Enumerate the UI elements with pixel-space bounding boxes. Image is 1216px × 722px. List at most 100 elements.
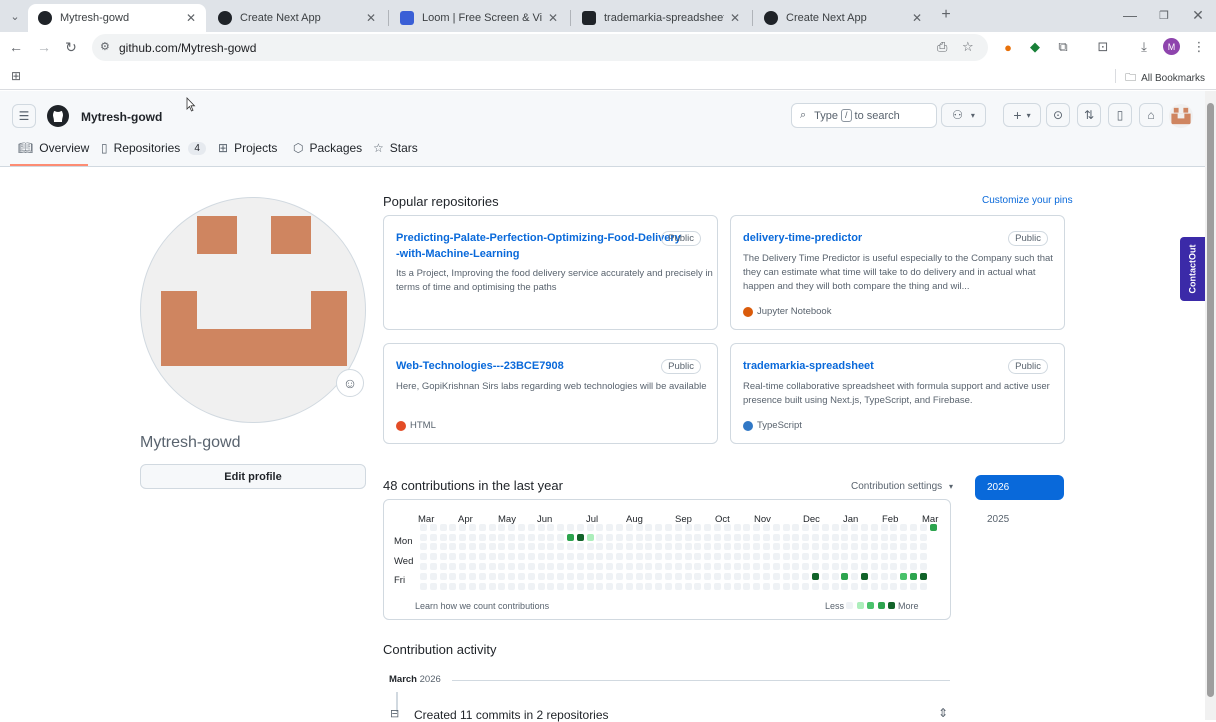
- contribution-cell[interactable]: [508, 582, 516, 590]
- contribution-cell[interactable]: [459, 563, 467, 570]
- tab-create-next-app-2[interactable]: Create Next App ✕: [754, 4, 932, 32]
- contribution-cell[interactable]: [763, 533, 770, 541]
- contribution-cell[interactable]: [890, 543, 898, 551]
- contribution-cell[interactable]: [508, 572, 516, 580]
- contribution-cell[interactable]: [567, 543, 574, 551]
- contribution-cell[interactable]: [743, 553, 751, 561]
- contribution-cell[interactable]: [616, 523, 623, 531]
- contribution-cell[interactable]: [478, 572, 486, 580]
- contribution-cell[interactable]: [723, 543, 731, 551]
- contribution-cell[interactable]: [616, 572, 623, 580]
- contribution-cell[interactable]: [802, 543, 810, 551]
- contribution-cell[interactable]: [861, 533, 868, 541]
- contribution-cell[interactable]: [782, 563, 790, 570]
- contribution-cell[interactable]: [665, 533, 672, 541]
- contribution-cell[interactable]: [714, 523, 721, 531]
- contribution-cell[interactable]: [831, 563, 839, 570]
- contribution-cell[interactable]: [821, 523, 829, 531]
- contribution-cell[interactable]: [753, 572, 761, 580]
- contribution-cell[interactable]: [567, 563, 574, 570]
- contribution-cell[interactable]: [459, 543, 467, 551]
- contribution-cell[interactable]: [576, 543, 584, 551]
- year-2025-button[interactable]: 2025: [987, 514, 1009, 525]
- contribution-cell[interactable]: [792, 523, 800, 531]
- contribution-cell[interactable]: [439, 543, 447, 551]
- contribution-cell[interactable]: [782, 543, 790, 551]
- contribution-cell[interactable]: [527, 543, 535, 551]
- contribution-cell[interactable]: [567, 582, 574, 590]
- contribution-cell[interactable]: [469, 553, 476, 561]
- contribution-cell[interactable]: [567, 523, 574, 531]
- contribution-cell[interactable]: [606, 582, 614, 590]
- contribution-cell[interactable]: [469, 563, 476, 570]
- contribution-cell[interactable]: [655, 582, 663, 590]
- contribution-cell[interactable]: [508, 533, 516, 541]
- contribution-cell[interactable]: [449, 572, 457, 580]
- bookmark-star-icon[interactable]: ☆: [962, 39, 974, 55]
- contribution-cell[interactable]: [910, 582, 917, 590]
- contribution-cell[interactable]: [469, 543, 476, 551]
- contribution-cell[interactable]: [802, 582, 810, 590]
- contribution-cell[interactable]: [900, 563, 908, 570]
- contribution-cell[interactable]: [841, 533, 849, 541]
- hamburger-menu-button[interactable]: ☰: [12, 104, 36, 128]
- contribution-cell[interactable]: [645, 533, 653, 541]
- contribution-cell[interactable]: [596, 543, 604, 551]
- contribution-cell[interactable]: [498, 533, 506, 541]
- contribution-cell[interactable]: [694, 582, 702, 590]
- contribution-cell[interactable]: [586, 523, 594, 531]
- contribution-cell[interactable]: [694, 523, 702, 531]
- contribution-cell[interactable]: [488, 533, 496, 541]
- contribution-cell[interactable]: [851, 523, 859, 531]
- contribution-cell[interactable]: [890, 582, 898, 590]
- contribution-cell[interactable]: [665, 572, 672, 580]
- contribution-cell[interactable]: [733, 563, 741, 570]
- contribution-cell[interactable]: [635, 523, 643, 531]
- contribution-cell[interactable]: [694, 543, 702, 551]
- contribution-cell[interactable]: [704, 582, 712, 590]
- edit-profile-button[interactable]: Edit profile: [140, 464, 366, 489]
- contribution-cell[interactable]: [547, 543, 555, 551]
- contribution-cell[interactable]: [919, 553, 927, 561]
- apps-grid-icon[interactable]: ⊞: [6, 66, 26, 86]
- contribution-cell[interactable]: [919, 533, 927, 541]
- contribution-cell[interactable]: [900, 543, 908, 551]
- contribution-cell[interactable]: [488, 582, 496, 590]
- contribution-cell[interactable]: [645, 523, 653, 531]
- contribution-cell[interactable]: [841, 572, 849, 580]
- contribution-cell[interactable]: [704, 533, 712, 541]
- contribution-cell[interactable]: [880, 553, 888, 561]
- contribution-cell[interactable]: [547, 563, 555, 570]
- contribution-cell[interactable]: [537, 533, 545, 541]
- contribution-cell[interactable]: [831, 543, 839, 551]
- contribution-cell[interactable]: [645, 563, 653, 570]
- header-username[interactable]: Mytresh-gowd: [81, 110, 162, 124]
- contribution-cell[interactable]: [576, 563, 584, 570]
- contribution-cell[interactable]: [655, 523, 663, 531]
- contribution-cell[interactable]: [851, 543, 859, 551]
- contribution-cell[interactable]: [704, 563, 712, 570]
- contribution-cell[interactable]: [665, 582, 672, 590]
- contribution-cell[interactable]: [429, 543, 437, 551]
- contribution-cell[interactable]: [537, 553, 545, 561]
- contribution-cell[interactable]: [674, 533, 682, 541]
- contribution-cell[interactable]: [616, 553, 623, 561]
- contribution-cell[interactable]: [861, 553, 868, 561]
- contribution-cell[interactable]: [733, 553, 741, 561]
- contribution-cell[interactable]: [792, 533, 800, 541]
- contribution-cell[interactable]: [557, 553, 565, 561]
- contribution-cell[interactable]: [684, 572, 692, 580]
- contribution-cell[interactable]: [557, 523, 565, 531]
- customize-pins-link[interactable]: Customize your pins: [982, 195, 1073, 206]
- contribution-cell[interactable]: [420, 572, 427, 580]
- contribution-cell[interactable]: [900, 553, 908, 561]
- contribution-cell[interactable]: [831, 553, 839, 561]
- contribution-cell[interactable]: [841, 523, 849, 531]
- browser-menu-icon[interactable]: ⋮: [1190, 38, 1208, 56]
- tab-packages[interactable]: ⬡ Packages: [293, 141, 362, 155]
- contribution-cell[interactable]: [753, 543, 761, 551]
- contribution-cell[interactable]: [420, 582, 427, 590]
- contribution-cell[interactable]: [439, 523, 447, 531]
- tab-trademarkia-spreadsheet[interactable]: trademarkia-spreadsheet · We ✕: [572, 4, 750, 32]
- tab-mytresh-gowd[interactable]: Mytresh-gowd ✕: [28, 4, 206, 32]
